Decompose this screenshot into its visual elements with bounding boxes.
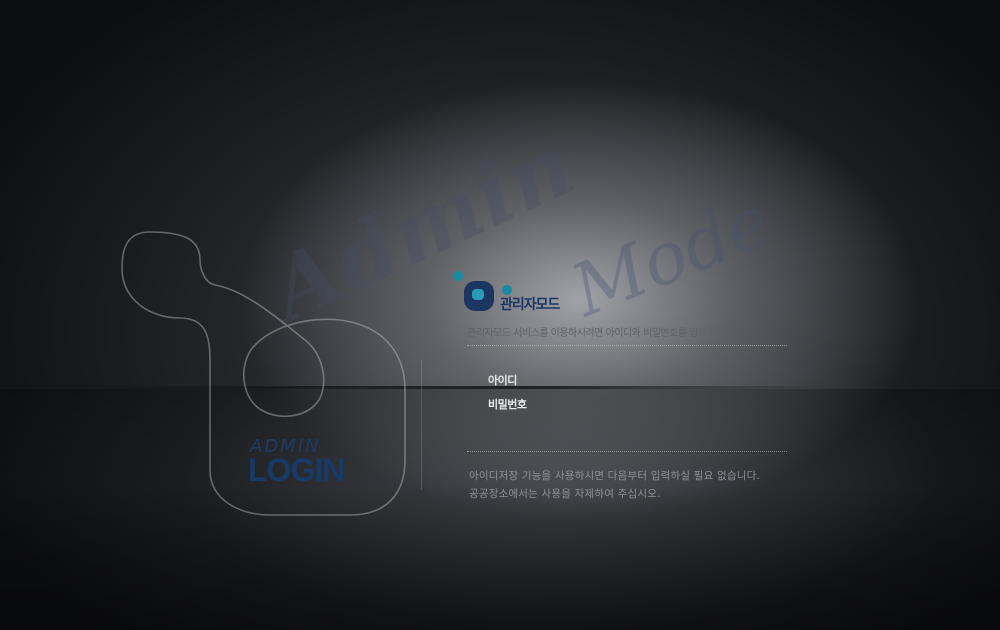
divider-top [467, 345, 787, 346]
public-place-notice: 공공장소에서는 사용을 자제하여 주십시오. [469, 488, 661, 500]
vertical-divider [421, 360, 422, 490]
badge-outline-decoration [121, 231, 406, 516]
id-label: 아이디 [488, 374, 517, 387]
badge-login-text: LOGIN [248, 452, 345, 488]
password-input[interactable] [545, 395, 695, 411]
save-id-notice: 아이디저장 기능을 사용하시면 다음부터 입력하실 필요 없습니다. [469, 470, 760, 482]
divider-bottom [467, 451, 787, 452]
id-input[interactable] [545, 371, 695, 387]
admin-mode-title: 관리자모드 [500, 297, 560, 313]
password-label: 비밀번호 [488, 398, 527, 411]
login-instruction: 관리자모드 서비스를 이용하시려면 아이디와 비밀번호를 입력하세요. [467, 328, 736, 339]
